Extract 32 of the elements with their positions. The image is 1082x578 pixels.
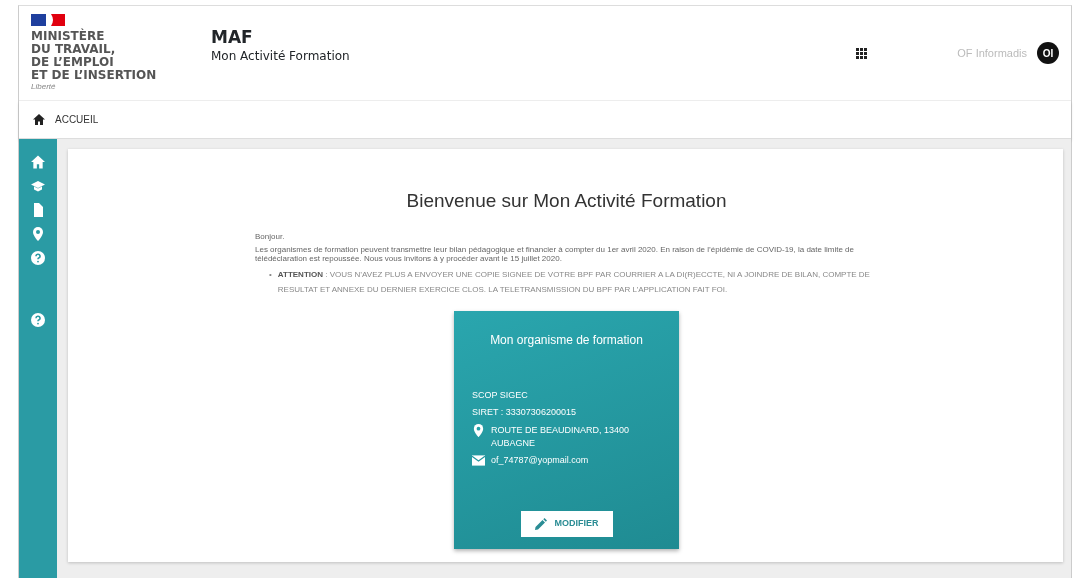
app-subtitle: Mon Activité Formation (211, 48, 350, 65)
intro-paragraph: Les organismes de formation peuvent transmettre leur bilan pédagogique et financier à compter du 1er avril 2020. En raison de l’épidémie de COVID-19, la date limite de télédéclaration est repoussée. Nous vous invitons à y procéder avant le 15 juillet 2020. (255, 244, 855, 263)
help-icon[interactable] (31, 251, 45, 265)
home-icon (33, 114, 45, 125)
organisation-name: SCOP SIGEC (472, 388, 529, 402)
email-text: of_74787@yopmail.com (491, 453, 589, 467)
greeting-text: Bonjour. (255, 231, 286, 241)
motto-text: Liberté (31, 82, 57, 91)
location-pin-icon[interactable] (31, 227, 45, 241)
file-icon[interactable] (31, 203, 45, 217)
siret-text: SIRET : 33307306200015 (472, 406, 577, 419)
ministry-name-line: DU TRAVAIL, (31, 43, 117, 56)
help-icon[interactable] (31, 313, 45, 327)
apps-grid-icon[interactable] (856, 47, 868, 59)
notice-text: ATTENTION : VOUS N’AVEZ PLUS A ENVOYER UNE COPIE SIGNEE DE VOTRE BPF PAR COURRIER A LA DI(R)ECCTE, NI A JOINDRE DE BILAN, COMPTE DE RESULTAT ET ANNEXE DU DERNIER EXERCICE CLOS. LA TELETRANSMISSION DU BPF PAR L’APPLICATION FAIT FOI. (277, 268, 871, 296)
card-title: Mon organisme de formation (489, 331, 644, 349)
ministry-name-line: DE L’EMPLOI (31, 56, 115, 69)
address-text: ROUTE DE BEAUDINARD, 13400 AUBAGNE (491, 423, 631, 450)
home-icon[interactable] (31, 155, 45, 169)
modify-button[interactable]: MODIFIER (520, 511, 613, 537)
app-name: MAF (211, 28, 254, 47)
location-pin-icon (472, 423, 485, 437)
user-avatar[interactable]: OI (1037, 42, 1059, 64)
page-title: Bienvenue sur Mon Activité Formation (405, 189, 728, 213)
flag-logo-icon (31, 14, 65, 26)
pencil-icon (534, 517, 547, 530)
graduation-cap-icon[interactable] (31, 179, 45, 193)
ministry-name-line: MINISTÈRE (31, 30, 106, 43)
bullet-mark: • (269, 268, 272, 281)
envelope-icon (472, 453, 485, 467)
breadcrumb-link[interactable]: ACCUEIL (55, 112, 99, 127)
ministry-name-line: ET DE L’INSERTION (31, 69, 158, 82)
